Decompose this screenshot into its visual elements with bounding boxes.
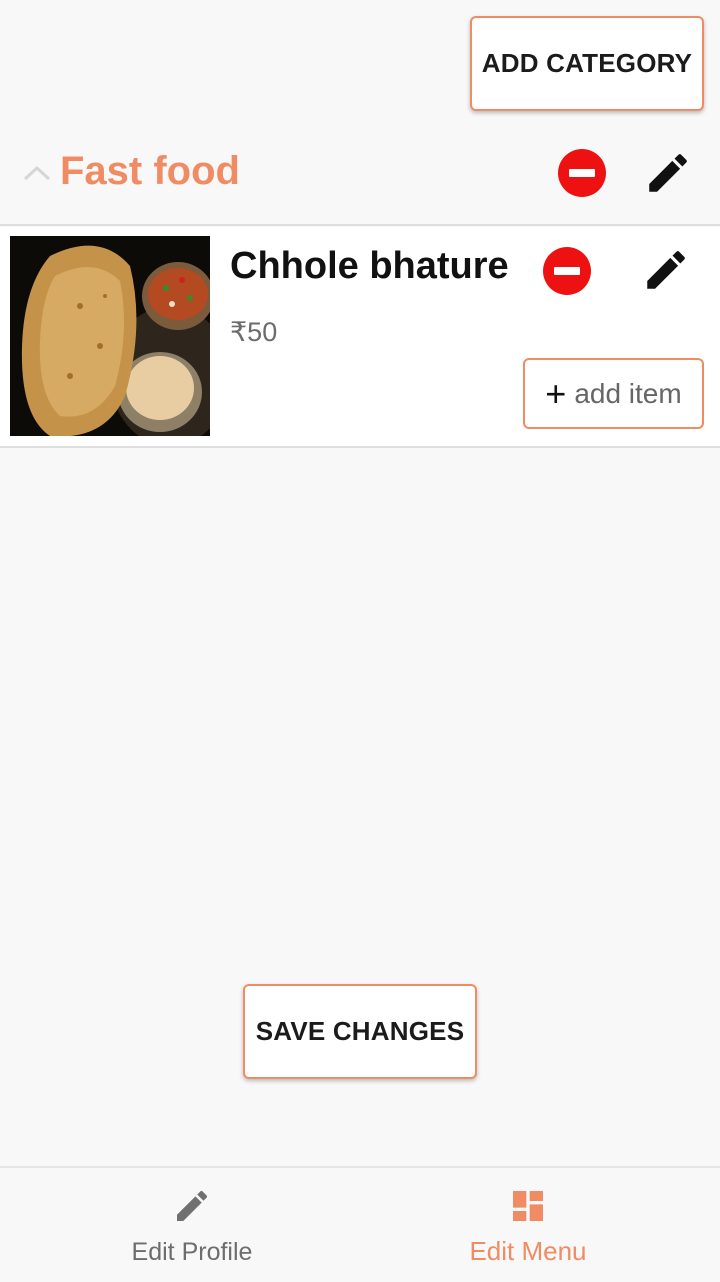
nav-item-edit-profile[interactable]: Edit Profile (12, 1168, 372, 1282)
dashboard-icon (513, 1191, 543, 1221)
pencil-icon (177, 1190, 208, 1221)
plus-icon: + (545, 372, 567, 414)
add-category-button[interactable]: ADD CATEGORY (470, 16, 704, 111)
chevron-up-icon[interactable] (22, 163, 52, 183)
item-name: Chhole bhature (230, 245, 509, 287)
remove-item-icon[interactable] (543, 247, 591, 295)
save-changes-button[interactable]: SAVE CHANGES (243, 984, 477, 1079)
bottom-navigation: Edit Profile Edit Menu (0, 1166, 720, 1282)
nav-label-edit-profile: Edit Profile (131, 1238, 253, 1266)
nav-item-edit-menu[interactable]: Edit Menu (348, 1168, 708, 1282)
save-changes-label: SAVE CHANGES (255, 1016, 465, 1046)
divider (0, 224, 720, 226)
edit-category-icon[interactable] (643, 148, 693, 198)
add-category-label: ADD CATEGORY (481, 48, 693, 78)
item-price: ₹50 (230, 317, 278, 347)
edit-item-icon[interactable] (641, 245, 691, 295)
category-header[interactable]: Fast food (0, 125, 720, 225)
add-item-label: add item (574, 377, 682, 409)
remove-category-icon[interactable] (558, 149, 606, 197)
divider (0, 446, 720, 448)
menu-item-row[interactable]: Chhole bhature ₹50 + add item (0, 227, 720, 446)
add-item-button[interactable]: + add item (523, 358, 704, 429)
nav-label-edit-menu: Edit Menu (469, 1236, 587, 1266)
category-title: Fast food (60, 149, 240, 193)
item-image (10, 236, 210, 436)
